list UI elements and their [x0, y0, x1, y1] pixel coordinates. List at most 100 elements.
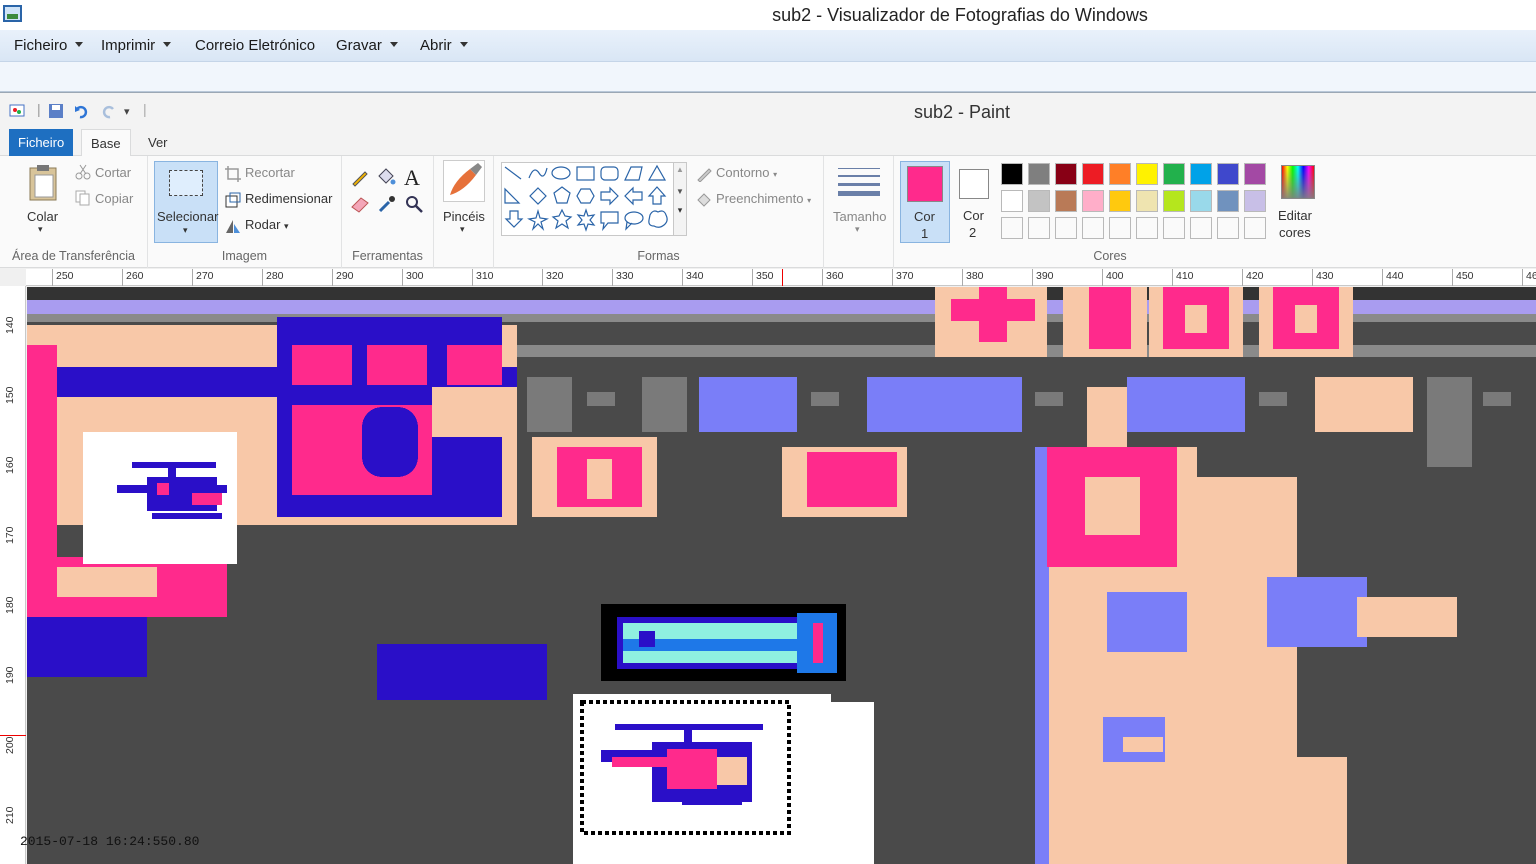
scroll-up-icon[interactable]: ▲ — [674, 165, 686, 174]
palette-swatch[interactable] — [1136, 163, 1158, 185]
tab-base[interactable]: Base — [81, 129, 131, 157]
text-tool-icon[interactable]: A — [404, 165, 420, 191]
paint-titlebar: | ▾ | sub2 - Paint — [0, 92, 1536, 129]
palette-swatch[interactable] — [1190, 190, 1212, 212]
ruler-tick-label: 340 — [686, 270, 704, 282]
ruler-tick-label: 300 — [406, 270, 424, 282]
palette-custom-slot[interactable] — [1190, 217, 1212, 239]
palette-swatch[interactable] — [1028, 163, 1050, 185]
palette-custom-slot[interactable] — [1109, 217, 1131, 239]
palette-swatch[interactable] — [1244, 190, 1266, 212]
ruler-tick — [262, 269, 263, 286]
palette-swatch[interactable] — [1244, 163, 1266, 185]
palette-swatch[interactable] — [1136, 190, 1158, 212]
palette-swatch[interactable] — [1055, 163, 1077, 185]
palette-swatch[interactable] — [1082, 190, 1104, 212]
palette-swatch[interactable] — [1001, 190, 1023, 212]
timestamp: 2015-07-18 16:24:550.80 — [20, 834, 200, 849]
group-size[interactable]: Tamanho ▾ — [824, 156, 894, 268]
group-image: Selecionar ▾ Recortar Redimensionar Roda… — [148, 156, 342, 268]
drawing-canvas[interactable] — [27, 287, 1536, 864]
chevron-down-icon[interactable]: ▾ — [460, 224, 465, 235]
palette-swatch[interactable] — [1109, 163, 1131, 185]
color1-button[interactable]: Cor 1 — [900, 161, 950, 243]
magnifier-icon[interactable] — [404, 194, 424, 219]
palette-swatch[interactable] — [1109, 190, 1131, 212]
ruler-tick-label: 400 — [1106, 270, 1124, 282]
pencil-icon[interactable] — [350, 167, 370, 192]
palette-custom-slot[interactable] — [1244, 217, 1266, 239]
ruler-tick — [332, 269, 333, 286]
fill-button[interactable]: Preenchimento ▾ — [716, 191, 811, 206]
copy-icon — [75, 190, 91, 211]
shapes-gallery-icons — [504, 164, 668, 232]
brush-icon[interactable] — [443, 160, 485, 202]
menu-imprimir[interactable]: Imprimir — [101, 37, 172, 54]
paste-button[interactable]: Colar — [27, 209, 58, 224]
edit-colors-button[interactable]: Editar cores — [1276, 161, 1322, 243]
menu-abrir[interactable]: Abrir — [420, 37, 468, 54]
menu-ficheiro[interactable]: Ficheiro — [14, 37, 84, 54]
ruler-tick — [1102, 269, 1103, 286]
ruler-tick-label: 310 — [476, 270, 494, 282]
menu-gravar[interactable]: Gravar — [336, 37, 398, 54]
resize-button[interactable]: Redimensionar — [245, 191, 332, 206]
ruler-tick-label: 46 — [1526, 270, 1536, 282]
group-label-tools: Ferramentas — [352, 249, 423, 263]
palette-swatch[interactable] — [1217, 163, 1239, 185]
select-button[interactable]: Selecionar ▾ — [154, 161, 218, 243]
palette-swatch[interactable] — [1055, 190, 1077, 212]
palette-custom-slot[interactable] — [1028, 217, 1050, 239]
chevron-down-icon — [389, 42, 398, 47]
palette-swatch[interactable] — [1001, 163, 1023, 185]
rotate-icon — [225, 218, 241, 239]
paste-icon[interactable] — [27, 164, 61, 207]
palette-swatch[interactable] — [1163, 163, 1185, 185]
scroll-down-icon[interactable]: ▼ — [674, 187, 686, 196]
palette-swatch[interactable] — [1082, 163, 1104, 185]
pixel-art-image — [27, 287, 1536, 864]
fill-bucket-icon[interactable] — [376, 167, 396, 192]
chevron-down-icon[interactable]: ▾ — [38, 224, 43, 235]
palette-swatch[interactable] — [1190, 163, 1212, 185]
gallery-expand-icon[interactable]: ▾ — [674, 205, 686, 216]
ruler-tick — [962, 269, 963, 286]
palette-custom-slot[interactable] — [1136, 217, 1158, 239]
resize-icon — [225, 192, 241, 213]
group-shapes: ▲ ▼ ▾ Contorno ▾ Preenchimento ▾ Formas — [494, 156, 824, 268]
palette-custom-slot[interactable] — [1217, 217, 1239, 239]
color-picker-icon[interactable] — [377, 194, 397, 219]
outline-button[interactable]: Contorno ▾ — [716, 165, 777, 180]
ruler-tick-label: 380 — [966, 270, 984, 282]
brushes-button[interactable]: Pincéis — [443, 209, 485, 224]
palette-swatch[interactable] — [1163, 190, 1185, 212]
ruler-tick — [472, 269, 473, 286]
palette-swatch[interactable] — [1028, 190, 1050, 212]
color2-button[interactable]: Cor 2 — [954, 161, 996, 243]
size-button: Tamanho — [833, 209, 887, 224]
palette-custom-slot[interactable] — [1001, 217, 1023, 239]
cut-button[interactable]: Cortar — [95, 165, 131, 180]
group-label-colors: Cores — [1093, 249, 1127, 263]
shapes-gallery[interactable] — [501, 162, 681, 236]
eraser-icon[interactable] — [350, 194, 370, 219]
photo-viewer-menubar: Ficheiro Imprimir Correio Eletrónico Gra… — [0, 30, 1536, 62]
ruler-tick-label: 440 — [1386, 270, 1404, 282]
copy-button[interactable]: Copiar — [95, 191, 133, 206]
crop-button[interactable]: Recortar — [245, 165, 295, 180]
group-colors: Cor 1 Cor 2 Editar cores Cores — [894, 156, 1536, 268]
rotate-button[interactable]: Rodar ▾ — [245, 217, 289, 232]
palette-custom-slot[interactable] — [1082, 217, 1104, 239]
tab-ver[interactable]: Ver — [139, 129, 177, 156]
ruler-tick-label: 450 — [1456, 270, 1474, 282]
palette-swatch[interactable] — [1217, 190, 1239, 212]
tab-ficheiro[interactable]: Ficheiro — [9, 129, 74, 156]
menu-correio[interactable]: Correio Eletrónico — [195, 37, 315, 54]
shapes-gallery-scrollbar[interactable]: ▲ ▼ ▾ — [673, 162, 687, 236]
palette-custom-slot[interactable] — [1055, 217, 1077, 239]
outline-icon — [696, 166, 712, 187]
chevron-down-icon — [163, 42, 172, 47]
group-label-image: Imagem — [221, 249, 268, 263]
ruler-tick — [892, 269, 893, 286]
palette-custom-slot[interactable] — [1163, 217, 1185, 239]
